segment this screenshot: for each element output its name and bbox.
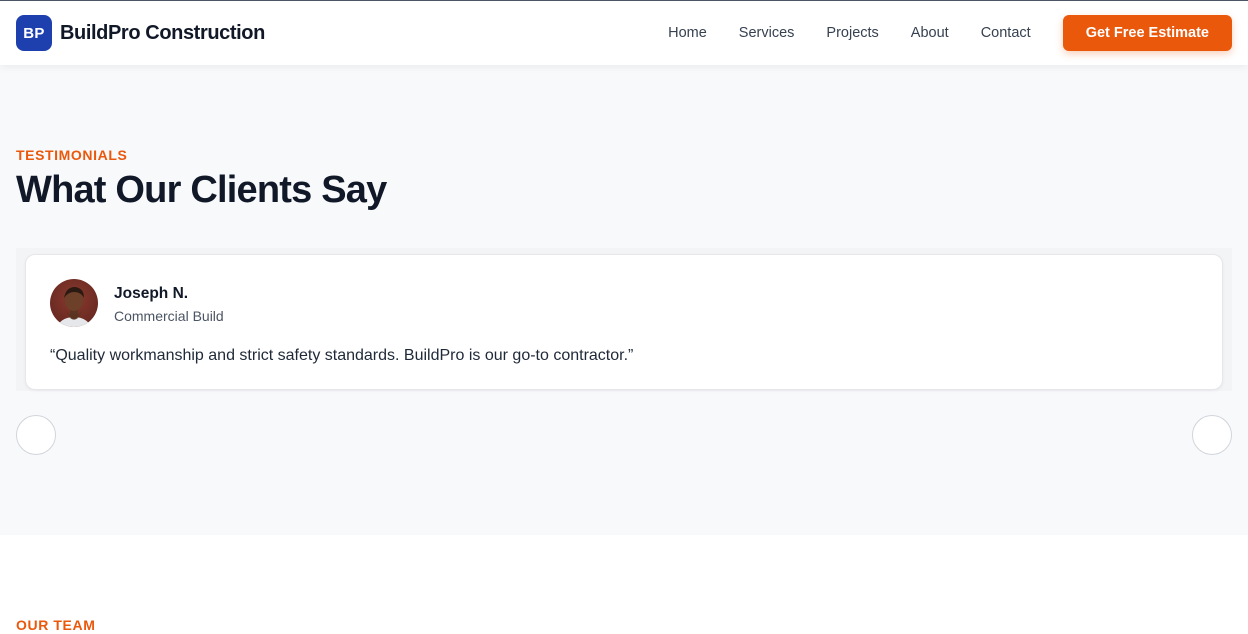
section-eyebrow: OUR TEAM (16, 617, 96, 633)
brand-logo: BP (16, 15, 52, 51)
nav-link-home[interactable]: Home (652, 25, 723, 41)
client-avatar (50, 279, 98, 327)
brand-name: BuildPro Construction (60, 21, 265, 44)
testimonial-slider: Joseph N. Commercial Build “Quality work… (16, 248, 1232, 391)
get-free-estimate-button[interactable]: Get Free Estimate (1062, 15, 1232, 51)
previous-testimonial-button[interactable] (16, 415, 56, 455)
client-project-type: Commercial Build (114, 308, 224, 324)
team-section: OUR TEAM (0, 535, 1248, 634)
nav-link-services[interactable]: Services (723, 25, 811, 41)
nav-right: Home Services Projects About Contact Get… (652, 15, 1232, 51)
client-photo (57, 287, 91, 327)
primary-nav: Home Services Projects About Contact (652, 25, 1047, 41)
client-name: Joseph N. (114, 285, 189, 302)
testimonial-card: Joseph N. Commercial Build “Quality work… (25, 254, 1223, 390)
section-eyebrow: TESTIMONIALS (16, 147, 128, 163)
section-title: What Our Clients Say (16, 169, 387, 211)
nav-link-contact[interactable]: Contact (965, 25, 1047, 41)
testimonials-section: TESTIMONIALS What Our Clients Say Joseph… (0, 65, 1248, 535)
testimonial-quote: “Quality workmanship and strict safety s… (50, 347, 634, 364)
page: BP BuildPro Construction Home Services P… (0, 0, 1248, 634)
nav-link-projects[interactable]: Projects (810, 25, 894, 41)
brand-link[interactable]: BP BuildPro Construction (16, 15, 265, 51)
navbar: BP BuildPro Construction Home Services P… (0, 0, 1248, 65)
nav-link-about[interactable]: About (895, 25, 965, 41)
next-testimonial-button[interactable] (1192, 415, 1232, 455)
